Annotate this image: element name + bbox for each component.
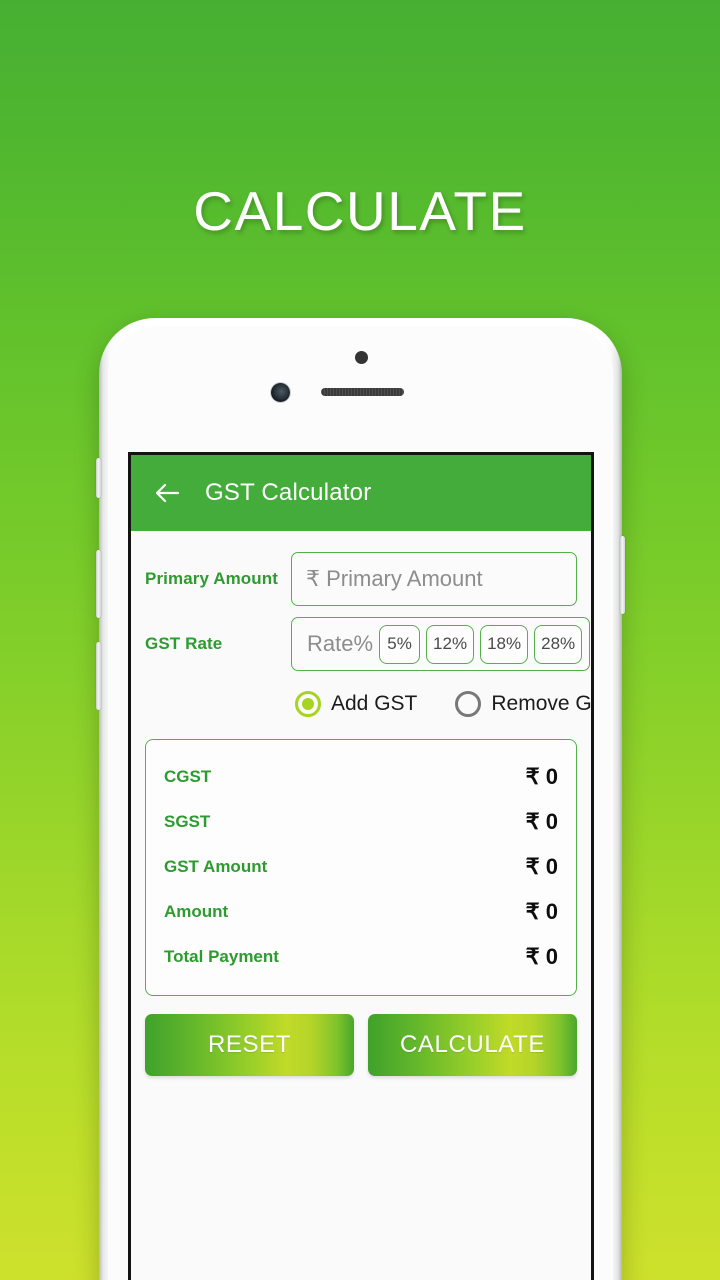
- result-value-cgst: ₹ 0: [525, 763, 558, 789]
- silent-switch-button[interactable]: [96, 458, 101, 498]
- primary-amount-label: Primary Amount: [145, 569, 279, 588]
- phone-screen: GST Calculator Primary Amount ₹ Primary …: [128, 452, 594, 1280]
- radio-add-gst[interactable]: Add GST: [295, 691, 417, 717]
- radio-remove-gst-label: Remove GST: [491, 692, 592, 715]
- form-area: Primary Amount ₹ Primary Amount GST Rate…: [131, 531, 591, 717]
- power-button[interactable]: [620, 536, 625, 614]
- gst-rate-row: GST Rate Rate% 5% 12% 18% 28%: [145, 617, 591, 671]
- result-label-sgst: SGST: [164, 811, 211, 831]
- calculate-button[interactable]: CALCULATE: [368, 1014, 577, 1076]
- result-row-amount: Amount ₹ 0: [164, 889, 558, 934]
- hero-line-1: CALCULATE: [193, 180, 527, 242]
- result-row-gst-amount: GST Amount ₹ 0: [164, 844, 558, 889]
- result-row-cgst: CGST ₹ 0: [164, 754, 558, 799]
- results-card: CGST ₹ 0 SGST ₹ 0 GST Amount ₹ 0 Amount …: [145, 739, 577, 996]
- radio-add-gst-label: Add GST: [331, 692, 418, 715]
- rate-chip-12[interactable]: 12%: [426, 624, 475, 664]
- earpiece-speaker-icon: [321, 388, 404, 396]
- result-label-amount: Amount: [164, 901, 229, 921]
- volume-down-button[interactable]: [96, 642, 101, 710]
- primary-amount-input[interactable]: ₹ Primary Amount: [291, 552, 577, 606]
- arrow-left-icon: [155, 483, 180, 503]
- result-row-total-payment: Total Payment ₹ 0: [164, 934, 558, 979]
- rate-chip-18[interactable]: 18%: [480, 624, 529, 664]
- gst-rate-input[interactable]: Rate% 5% 12% 18% 28%: [291, 617, 591, 671]
- app-bar-title: GST Calculator: [205, 479, 372, 506]
- back-button[interactable]: [147, 473, 187, 513]
- gst-mode-radio-group: Add GST Remove GST: [145, 691, 591, 717]
- gst-rate-placeholder: Rate%: [307, 631, 374, 656]
- rate-chip-5[interactable]: 5%: [379, 624, 421, 664]
- result-value-sgst: ₹ 0: [525, 808, 558, 834]
- result-value-amount: ₹ 0: [525, 898, 558, 924]
- primary-amount-row: Primary Amount ₹ Primary Amount: [145, 552, 577, 606]
- action-buttons: RESET CALCULATE: [145, 1014, 577, 1076]
- volume-up-button[interactable]: [96, 550, 101, 618]
- radio-remove-gst-icon: [455, 691, 482, 717]
- phone-mockup: GST Calculator Primary Amount ₹ Primary …: [96, 318, 625, 1280]
- proximity-sensor-icon: [355, 351, 368, 364]
- result-label-gst-amount: GST Amount: [164, 856, 268, 876]
- result-row-sgst: SGST ₹ 0: [164, 799, 558, 844]
- radio-add-gst-icon: [295, 691, 321, 717]
- radio-remove-gst[interactable]: Remove GST: [455, 691, 592, 717]
- primary-amount-placeholder: ₹ Primary Amount: [306, 566, 483, 591]
- result-label-total-payment: Total Payment: [164, 946, 279, 966]
- reset-button[interactable]: RESET: [145, 1014, 354, 1076]
- result-value-gst-amount: ₹ 0: [525, 853, 558, 879]
- gst-rate-label: GST Rate: [145, 634, 223, 653]
- front-camera-icon: [271, 383, 290, 402]
- rate-chip-28[interactable]: 28%: [534, 624, 583, 664]
- result-label-cgst: CGST: [164, 766, 212, 786]
- app-bar: GST Calculator: [131, 455, 591, 531]
- result-value-total-payment: ₹ 0: [525, 943, 558, 969]
- promo-screenshot: CALCULATE YOUR GST EASILY GST Calculator: [0, 0, 720, 1280]
